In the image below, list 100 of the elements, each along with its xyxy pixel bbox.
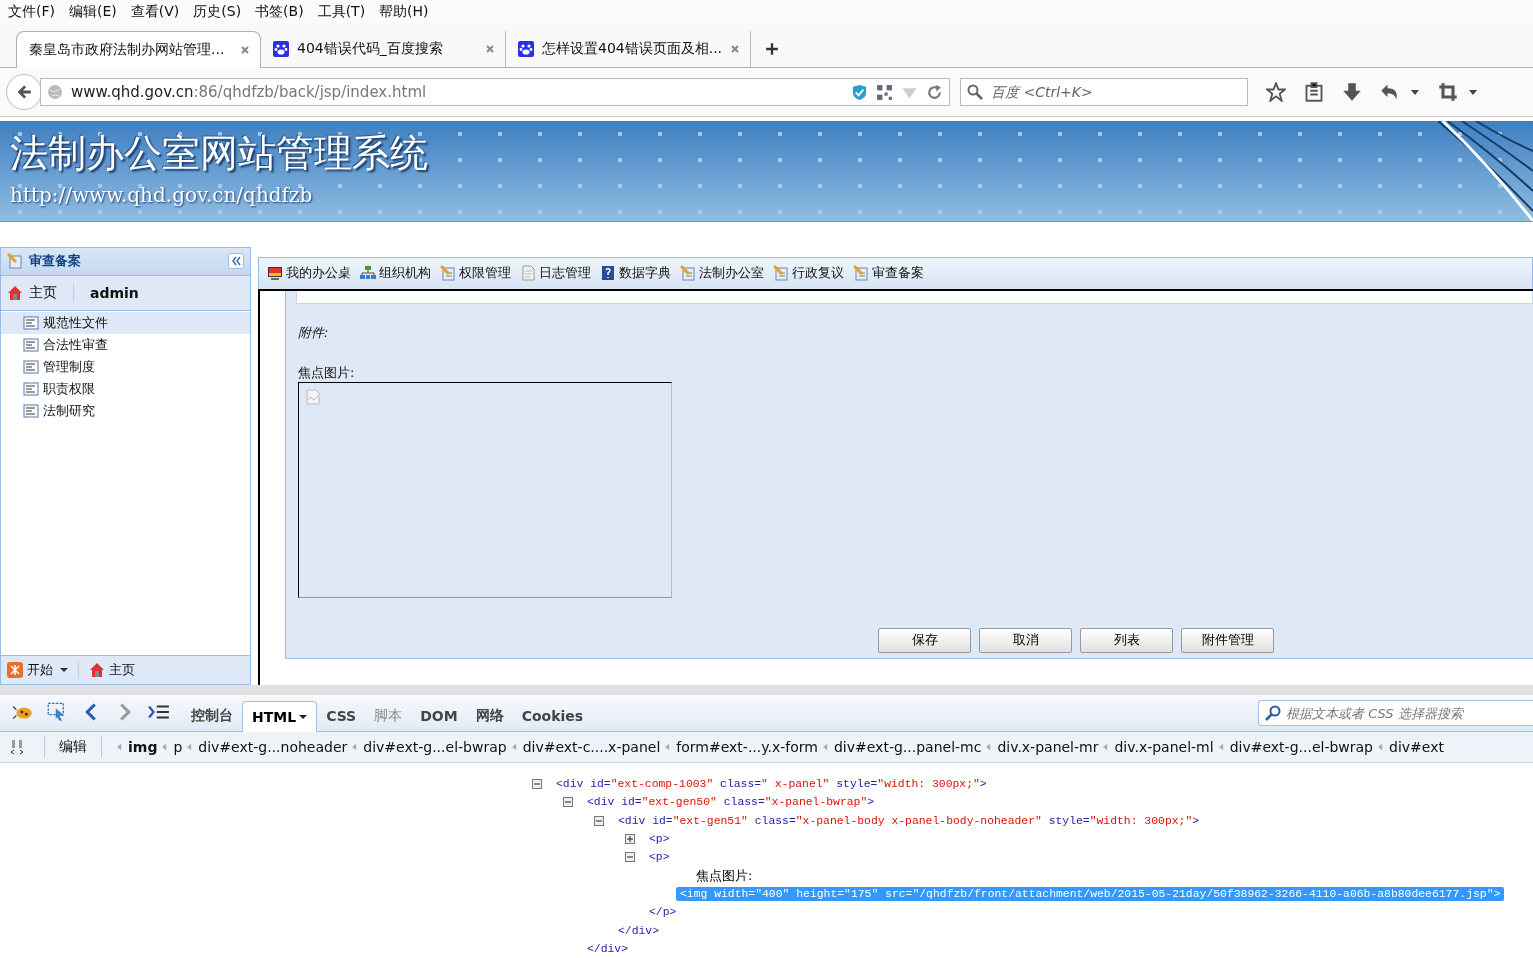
code-line[interactable]: </div> xyxy=(583,941,632,956)
collapse-toggle-icon[interactable] xyxy=(625,852,635,863)
back-button[interactable] xyxy=(6,74,42,111)
code-panel-icon[interactable] xyxy=(10,738,26,757)
broken-image-icon xyxy=(305,388,321,405)
code-line[interactable]: <p> xyxy=(645,832,674,847)
close-icon[interactable] xyxy=(485,44,495,55)
caret-icon xyxy=(1218,743,1224,752)
devtools-tab[interactable]: Cookies xyxy=(512,701,593,732)
caret-icon xyxy=(665,743,671,752)
toolbar-button[interactable]: 我的办公桌 xyxy=(286,264,351,283)
menu-item[interactable]: 查看(V) xyxy=(130,2,180,21)
devtools-tab[interactable]: CSS xyxy=(317,701,366,732)
breadcrumb-item[interactable]: div.x-panel-ml xyxy=(1114,739,1214,756)
search-icon xyxy=(1265,705,1281,722)
clipboard-icon[interactable] xyxy=(1304,82,1324,103)
caret-icon xyxy=(60,665,68,674)
form-button[interactable]: 取消 xyxy=(979,627,1072,653)
menu-item[interactable]: 书签(B) xyxy=(255,2,304,21)
shield-icon xyxy=(851,83,868,101)
caret-icon xyxy=(352,743,358,752)
qr-code-icon[interactable] xyxy=(876,83,893,101)
expand-toggle-icon[interactable] xyxy=(625,834,635,845)
monitor-icon[interactable] xyxy=(267,265,283,282)
toolbar-button[interactable]: 行政复议 xyxy=(792,264,844,283)
breadcrumb-item[interactable]: div#ext-g...panel-mc xyxy=(833,739,982,756)
paw-icon xyxy=(518,41,534,58)
house-icon xyxy=(89,661,105,678)
menu-item[interactable]: 文件(F) xyxy=(8,2,55,21)
home-link[interactable]: 主页 xyxy=(29,283,57,302)
form-button[interactable]: 列表 xyxy=(1080,627,1173,653)
collapse-toggle-icon[interactable] xyxy=(594,815,604,826)
breadcrumb-item[interactable]: div#ext xyxy=(1389,739,1444,756)
breadcrumb-item[interactable]: img xyxy=(128,739,158,756)
star-icon[interactable] xyxy=(1266,82,1286,103)
list-document-icon xyxy=(23,336,39,353)
toolbar-button[interactable]: 数据字典 xyxy=(619,264,671,283)
help-book-icon[interactable] xyxy=(600,265,616,282)
crop-icon[interactable] xyxy=(1438,82,1458,103)
breadcrumb-item[interactable]: form#ext-...y.x-form xyxy=(676,739,818,756)
app-logo-icon xyxy=(7,661,23,678)
code-text: 焦点图片: xyxy=(696,866,753,885)
breadcrumb-item[interactable]: p xyxy=(173,739,183,756)
code-line[interactable]: </div> xyxy=(614,923,663,938)
breadcrumb-item[interactable]: div#ext-g...noheader xyxy=(198,739,348,756)
breadcrumb-item[interactable]: div.x-panel-mr xyxy=(997,739,1099,756)
code-line[interactable]: <div id="ext-gen50" class="x-panel-bwrap"> xyxy=(583,795,879,810)
close-icon[interactable] xyxy=(730,44,741,55)
tree-item[interactable]: 管理制度 xyxy=(1,355,250,378)
tree-item[interactable]: 合法性审查 xyxy=(1,333,250,356)
code-line[interactable]: <div id="ext-comp-1003" class=" x-panel" style="width: 300px;"> xyxy=(552,777,991,792)
menu-item[interactable]: 帮助(H) xyxy=(379,2,429,21)
form-button[interactable]: 保存 xyxy=(878,627,971,653)
browser-tab[interactable]: 秦皇岛市政府法制办网站管理... xyxy=(16,31,261,69)
list-document-icon xyxy=(23,402,39,419)
devtools-tab[interactable]: 控制台 xyxy=(182,701,242,732)
tree-item[interactable]: 职责权限 xyxy=(1,377,250,400)
browser-tab[interactable]: 404错误代码_百度搜索 xyxy=(261,31,506,68)
search-field[interactable]: 根据文本或者 CSS 选择器搜索 xyxy=(1258,700,1533,727)
devtools-tab[interactable]: DOM xyxy=(411,701,467,732)
caret-icon xyxy=(986,743,992,752)
caret-icon xyxy=(822,743,828,752)
reload-icon[interactable] xyxy=(926,83,943,101)
tree-item[interactable]: 法制研究 xyxy=(1,399,250,422)
breadcrumb-item[interactable]: div#ext-g...el-bwrap xyxy=(1229,739,1373,756)
home-label: 主页 xyxy=(109,660,135,679)
menu-item[interactable]: 编辑(E) xyxy=(69,2,117,21)
search-icon xyxy=(967,84,983,101)
collapse-toggle-icon[interactable] xyxy=(563,797,573,808)
search-field[interactable]: 百度 <Ctrl+K> xyxy=(960,78,1248,107)
banner-url: http://www.qhd.gov.cn/qhdfzb xyxy=(10,182,314,207)
collapse-toggle-icon[interactable] xyxy=(532,779,542,790)
caret-icon xyxy=(299,713,308,722)
breadcrumb-item[interactable]: div#ext-g...el-bwrap xyxy=(363,739,507,756)
toolbar-button[interactable]: 日志管理 xyxy=(539,264,591,283)
menu-item[interactable]: 历史(S) xyxy=(193,2,242,21)
new-tab-icon[interactable] xyxy=(765,42,779,57)
menu-item[interactable]: 工具(T) xyxy=(317,2,366,21)
toolbar-button[interactable]: 法制办公室 xyxy=(699,264,764,283)
devtools-tab[interactable]: HTML xyxy=(242,701,318,733)
toolbar-button[interactable]: 审查备案 xyxy=(872,264,924,283)
collapse-icon[interactable] xyxy=(228,253,244,270)
code-line[interactable]: </p> xyxy=(645,905,681,920)
browser-tab[interactable]: 怎样设置404错误页面及相... xyxy=(506,31,751,68)
code-line[interactable]: <div id="ext-gen51" class="x-panel-body x-panel-body-noheader" style="width: 300px;"> xyxy=(614,813,1204,828)
form-button[interactable]: 附件管理 xyxy=(1181,627,1274,653)
network-icon[interactable] xyxy=(360,265,376,282)
caret-icon xyxy=(162,743,168,752)
devtools-tab[interactable]: 网络 xyxy=(466,701,513,732)
edit-button[interactable]: 编辑 xyxy=(59,738,87,757)
tree-item[interactable]: 规范性文件 xyxy=(1,311,250,334)
close-icon[interactable] xyxy=(240,45,250,56)
code-line[interactable]: <p> xyxy=(645,850,674,865)
toolbar-button[interactable]: 权限管理 xyxy=(459,264,511,283)
toolbar-button[interactable]: 组织机构 xyxy=(379,264,431,283)
banner-title: 法制办公室网站管理系统 xyxy=(10,132,428,175)
breadcrumb-item[interactable]: div#ext-c....x-panel xyxy=(522,739,661,756)
download-icon[interactable] xyxy=(1342,82,1362,103)
document-pencil-icon xyxy=(7,253,23,270)
address-field[interactable]: www.qhd.gov.cn:86/qhdfzb/back/jsp/index.html xyxy=(40,78,950,107)
